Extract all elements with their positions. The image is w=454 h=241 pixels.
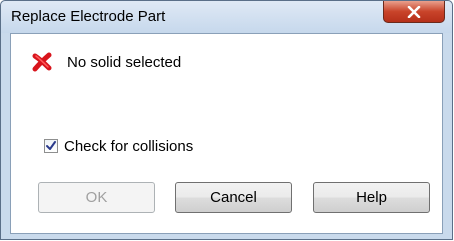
collision-check-option[interactable]: Check for collisions — [44, 137, 193, 155]
close-x-icon — [407, 5, 421, 18]
ok-button[interactable]: OK — [38, 182, 155, 213]
help-button[interactable]: Help — [313, 182, 430, 213]
collision-checkbox[interactable] — [44, 139, 58, 153]
dialog-title: Replace Electrode Part — [11, 8, 166, 25]
checkmark-icon — [46, 141, 56, 150]
cancel-button[interactable]: Cancel — [175, 182, 292, 213]
red-x-error-icon — [32, 52, 52, 72]
title-bar[interactable]: Replace Electrode Part — [1, 1, 452, 33]
status-text: No solid selected — [67, 53, 182, 71]
status-message: No solid selected — [31, 51, 181, 73]
close-button[interactable] — [383, 1, 445, 23]
collision-check-label[interactable]: Check for collisions — [64, 138, 193, 155]
dialog-window: Replace Electrode Part No solid selected… — [0, 0, 453, 240]
